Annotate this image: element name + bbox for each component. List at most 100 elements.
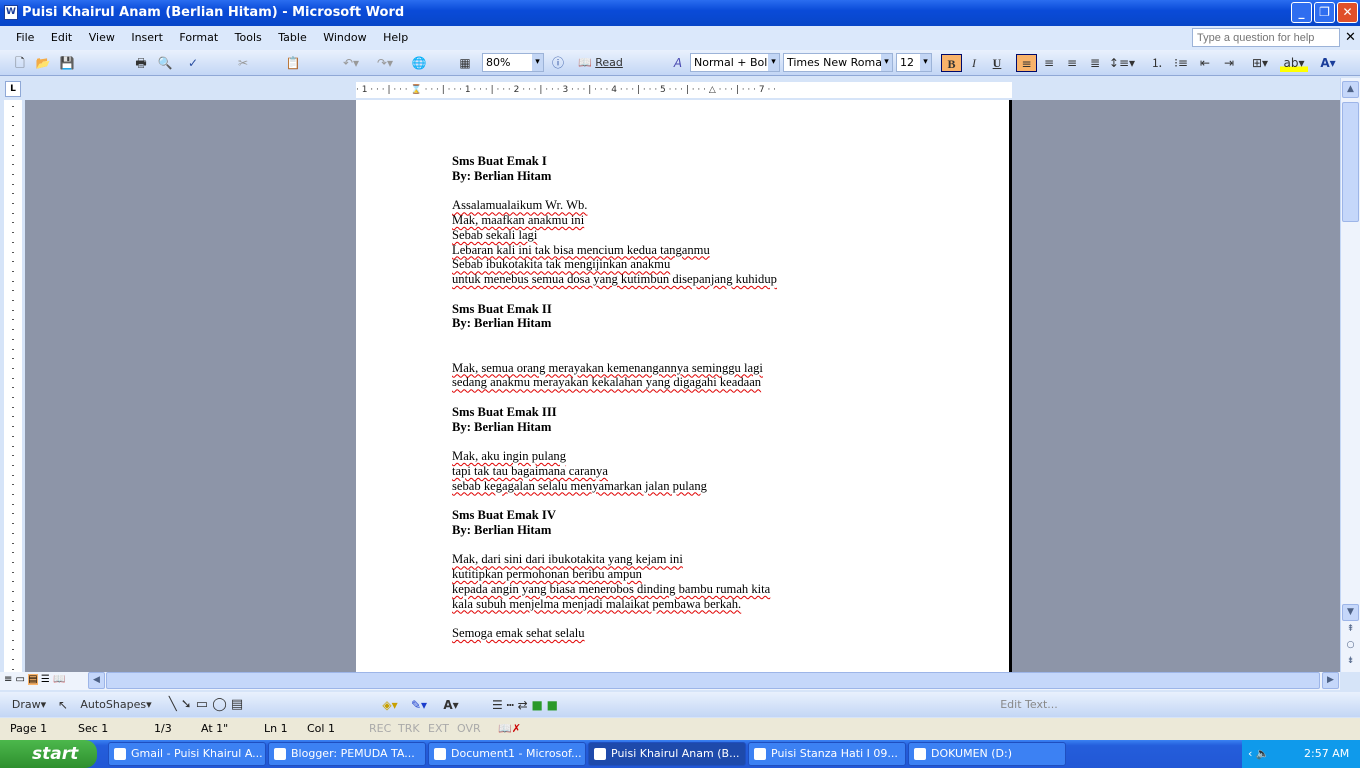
increase-indent-icon[interactable]: ⇥ [1220,54,1238,72]
poem-heading-line[interactable]: By: Berlian Hitam [452,316,777,331]
poem-heading-line[interactable]: By: Berlian Hitam [452,169,777,184]
close-document-icon[interactable]: ✕ [1345,30,1356,45]
poem-line[interactable] [452,538,777,553]
poem-line[interactable] [452,434,777,449]
italic-button[interactable]: I [965,54,983,72]
taskbar-item[interactable]: Blogger: PEMUDA TA... [268,742,426,766]
poem-line[interactable]: sedang anakmu merayakan kekalahan yang d… [452,375,777,390]
poem-heading-line[interactable]: Sms Buat Emak I [452,154,777,169]
poem-line[interactable]: kepada angin yang biasa menerobos dindin… [452,582,777,597]
font-select[interactable]: Times New Roman [783,53,893,72]
line-spacing-icon[interactable]: ↕≡▾ [1108,54,1136,72]
tab-selector[interactable]: L [5,81,21,97]
taskbar-item[interactable]: DOKUMEN (D:) [908,742,1066,766]
scroll-thumb[interactable] [1342,102,1359,222]
draw-menu[interactable]: Draw▾ [10,696,48,714]
poem-line[interactable]: Mak, dari sini dari ibukotakita yang kej… [452,552,777,567]
taskbar-item[interactable]: Puisi Khairul Anam (B... [588,742,746,766]
poem-line[interactable] [452,346,777,361]
view-buttons[interactable]: ≡ ▭ ▤ ☰ 📖 [4,674,65,685]
poem-line[interactable] [452,184,777,199]
poem-line[interactable]: untuk menebus semua dosa yang kutimbun d… [452,272,777,287]
scroll-up-button[interactable]: ▲ [1342,81,1359,98]
close-button[interactable]: ✕ [1337,2,1358,23]
previous-page-icon[interactable]: ⇞ [1342,622,1359,639]
poem-line[interactable]: tapi tak tau bagaimana caranya [452,464,777,479]
status-ext[interactable]: EXT [428,718,449,740]
hyperlink-icon[interactable]: 🌐 [410,54,428,72]
spelling-icon[interactable]: ✓ [184,54,202,72]
poem-line[interactable]: sebab kegagalan selalu menyamarkan jalan… [452,479,777,494]
justify-icon[interactable]: ≣ [1086,54,1104,72]
document-text[interactable]: Sms Buat Emak I By: Berlian Hitam Assalamu… [452,154,777,641]
poem-heading-line[interactable]: Sms Buat Emak III [452,405,777,420]
autoshapes-menu[interactable]: AutoShapes▾ [80,696,152,714]
scroll-down-button[interactable]: ▼ [1342,604,1359,621]
menu-edit[interactable]: Edit [51,31,72,44]
poem-line[interactable]: kala subuh menjelma menjadi malaikat pem… [452,597,777,612]
underline-button[interactable]: U [988,54,1006,72]
poem-heading-line[interactable]: By: Berlian Hitam [452,523,777,538]
taskbar-item[interactable]: Puisi Stanza Hati I 09... [748,742,906,766]
line-style-icons[interactable]: ☰ ┅ ⇄ ■ ■ [470,696,580,714]
menu-view[interactable]: View [89,31,115,44]
styles-icon[interactable]: A [668,54,688,72]
scroll-right-button[interactable]: ▶ [1322,672,1339,689]
undo-icon[interactable]: ↶▾ [336,54,366,72]
menu-insert[interactable]: Insert [131,31,163,44]
poem-heading-line[interactable]: By: Berlian Hitam [452,420,777,435]
line-color-icon[interactable]: ✎▾ [404,696,434,714]
align-right-icon[interactable]: ≡ [1063,54,1081,72]
open-icon[interactable]: 📂 [34,54,52,72]
start-button[interactable]: start [0,740,97,768]
menu-tools[interactable]: Tools [235,31,262,44]
zoom-select[interactable]: 80% [482,53,544,72]
align-left-icon[interactable]: ≡ [1016,54,1037,72]
bold-button[interactable]: B [941,54,962,72]
poem-line[interactable]: Mak, semua orang merayakan kemenangannya… [452,361,777,376]
minimize-button[interactable]: _ [1291,2,1312,23]
poem-line[interactable]: Semoga emak sehat selalu [452,626,777,641]
new-icon[interactable]: 🗋 [12,54,28,72]
spelling-status-icon[interactable]: 📖✗ [498,718,521,740]
align-center-icon[interactable]: ≡ [1040,54,1058,72]
poem-line[interactable]: Sebab ibukotakita tak mengijinkan anakmu [452,257,777,272]
select-objects-icon[interactable]: ↖ [56,696,70,714]
print-preview-icon[interactable]: 🔍 [156,54,174,72]
status-rec[interactable]: REC [369,718,391,740]
poem-heading-line[interactable]: Sms Buat Emak IV [452,508,777,523]
paste-icon[interactable]: 📋 [284,54,302,72]
poem-line[interactable] [452,390,777,405]
table-icon[interactable]: ▦ [456,54,474,72]
font-color-icon[interactable]: A▾ [1314,54,1342,72]
status-ovr[interactable]: OVR [457,718,481,740]
poem-line[interactable]: Mak, maafkan anakmu ini [452,213,777,228]
taskbar-item[interactable]: Gmail - Puisi Khairul A... [108,742,266,766]
poem-line[interactable]: Assalamualaikum Wr. Wb. [452,198,777,213]
next-page-icon[interactable]: ⇟ [1342,654,1359,671]
edit-text-button[interactable]: Edit Text... [1000,696,1058,714]
status-trk[interactable]: TRK [398,718,420,740]
scroll-left-button[interactable]: ◀ [88,672,105,689]
vertical-scrollbar[interactable]: ▲ ▼ ⇞ ○ ⇟ [1340,78,1360,672]
help-icon[interactable]: ⓘ [550,54,566,72]
poem-line[interactable]: Mak, aku ingin pulang [452,449,777,464]
print-icon[interactable]: 🖶 [132,54,150,72]
border-icon[interactable]: ⊞▾ [1246,54,1274,72]
bullets-icon[interactable]: ⁝≡ [1172,54,1190,72]
poem-line[interactable]: kutitipkan permohonan beribu ampun [452,567,777,582]
save-icon[interactable]: 💾 [58,54,76,72]
draw-font-color-icon[interactable]: A▾ [436,696,466,714]
horizontal-scroll-thumb[interactable] [106,672,1320,689]
poem-line[interactable]: Sebab sekali lagi [452,228,777,243]
vertical-ruler[interactable] [4,100,22,672]
horizontal-ruler[interactable]: · 1 · · · | · · · ⌛ · · · | · · · 1 · · … [356,82,1012,98]
help-search-input[interactable] [1192,28,1340,47]
taskbar-item[interactable]: Document1 - Microsof... [428,742,586,766]
poem-line[interactable] [452,331,777,346]
highlight-icon[interactable]: ab▾ [1280,54,1308,72]
poem-heading-line[interactable]: Sms Buat Emak II [452,302,777,317]
tray-icons[interactable]: ‹ 🔈 [1248,740,1270,768]
document-page[interactable]: Sms Buat Emak I By: Berlian Hitam Assalamu… [356,100,1012,672]
menu-table[interactable]: Table [278,31,306,44]
